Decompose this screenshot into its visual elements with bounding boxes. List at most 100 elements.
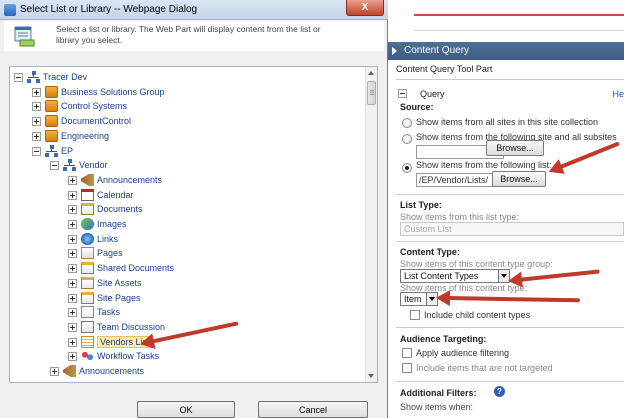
show-items-when-label: Show items when:	[400, 402, 474, 412]
additional-filters-label: Additional Filters:	[400, 388, 477, 398]
tree-node-label[interactable]: Announcements	[97, 175, 162, 185]
tree-node-label[interactable]: Tracer Dev	[43, 72, 87, 82]
expand-icon[interactable]	[32, 87, 41, 97]
collapse-arrow-icon[interactable]	[392, 47, 397, 55]
document-library-icon	[81, 291, 94, 304]
expand-icon[interactable]	[68, 264, 77, 274]
expand-icon[interactable]	[68, 220, 77, 229]
image-library-icon	[81, 218, 94, 230]
expand-icon[interactable]	[68, 205, 77, 215]
announcement-icon	[81, 173, 94, 186]
site-icon	[45, 144, 58, 157]
content-query-panel: Content Query Content Query Tool Part Qu…	[388, 0, 624, 418]
browse-list-button[interactable]: Browse...	[492, 171, 546, 187]
include-child-checkbox[interactable]	[410, 310, 420, 320]
tasks-icon	[81, 306, 94, 319]
expand-icon[interactable]	[68, 249, 77, 259]
ok-button[interactable]: OK	[137, 401, 235, 418]
tree-node-label[interactable]: Images	[97, 219, 127, 229]
cancel-button[interactable]: Cancel	[258, 401, 368, 418]
tree-node-label[interactable]: Site Pages	[97, 293, 141, 303]
toolpart-title: Content Query Tool Part	[396, 64, 493, 74]
expand-icon[interactable]	[68, 352, 77, 362]
tree-node-label[interactable]: Pages	[97, 248, 123, 258]
tree-node-label[interactable]: Documents	[97, 204, 143, 214]
tree-node-label[interactable]: Calendar	[97, 190, 134, 200]
announcement-icon	[63, 365, 76, 377]
collapse-icon[interactable]	[50, 161, 59, 171]
list-type-select: Custom List	[400, 222, 624, 236]
expand-icon[interactable]	[68, 308, 77, 318]
tree-node-label[interactable]: EP	[61, 146, 73, 156]
tree-node-label[interactable]: Shared Documents	[97, 263, 174, 273]
divider	[414, 14, 624, 16]
tree-node-label[interactable]: DocumentControl	[61, 116, 131, 126]
expand-icon[interactable]	[32, 117, 41, 127]
radio-list[interactable]	[402, 163, 412, 173]
include-not-targeted-checkbox[interactable]	[402, 363, 412, 373]
calendar-icon	[81, 188, 94, 201]
apply-audience-label: Apply audience filtering	[416, 348, 510, 358]
collapse-icon[interactable]	[14, 73, 23, 82]
include-not-targeted-label: Include items that are not targeted	[416, 363, 553, 373]
tree-node-label[interactable]: Workflow Tasks	[97, 351, 159, 361]
list-icon	[81, 335, 94, 348]
include-child-label: Include child content types	[424, 310, 531, 320]
content-type-select[interactable]: Item	[400, 292, 438, 306]
tree-scrollbar[interactable]	[365, 67, 377, 382]
expand-icon[interactable]	[32, 131, 41, 141]
list-type-label: List Type:	[400, 200, 442, 210]
tree-node-label[interactable]: Site Assets	[97, 278, 142, 288]
scroll-thumb[interactable]	[367, 81, 376, 105]
tree-node-label[interactable]: Announcements	[79, 366, 144, 376]
site-icon	[27, 71, 40, 83]
subsite-icon	[45, 85, 58, 98]
browse-site-button[interactable]: Browse...	[486, 140, 544, 156]
expand-icon[interactable]	[68, 175, 77, 185]
help-link[interactable]: He	[612, 89, 624, 99]
subsite-icon	[45, 129, 58, 142]
document-library-icon	[81, 276, 94, 289]
scroll-down-icon[interactable]	[366, 370, 377, 382]
tree-node-label[interactable]: Engineering	[61, 131, 109, 141]
webpart-header[interactable]: Content Query	[388, 42, 624, 60]
page-top-strip	[388, 0, 624, 36]
content-type-label: Content Type:	[400, 247, 460, 257]
collapse-icon[interactable]	[398, 89, 407, 98]
radio-list-label: Show items from the following list:	[416, 160, 552, 170]
site-tree[interactable]: Tracer Dev Business Solutions Group Contro…	[9, 66, 378, 383]
expand-icon[interactable]	[68, 293, 77, 303]
tree-node-label[interactable]: Links	[97, 234, 118, 244]
expand-icon[interactable]	[32, 102, 41, 112]
expand-icon[interactable]	[50, 367, 59, 376]
query-section-toggle[interactable]: Query He	[398, 88, 624, 100]
expand-icon[interactable]	[68, 278, 77, 288]
expand-icon[interactable]	[68, 234, 77, 244]
apply-audience-checkbox[interactable]	[402, 348, 412, 358]
content-type-value: Item	[404, 294, 422, 304]
tree-node-label[interactable]: Vendor	[79, 160, 108, 170]
subsite-icon	[45, 100, 58, 113]
expand-icon[interactable]	[68, 337, 77, 347]
collapse-icon[interactable]	[32, 146, 41, 156]
dialog-titlebar[interactable]: Select List or Library -- Webpage Dialog…	[0, 0, 388, 20]
tree-node-label[interactable]: Control Systems	[61, 101, 127, 111]
expand-icon[interactable]	[68, 190, 77, 200]
list-url-input[interactable]: /EP/Vendor/Lists/	[416, 173, 494, 187]
scroll-up-icon[interactable]	[366, 67, 377, 79]
content-type-group-value: List Content Types	[404, 271, 479, 281]
help-icon[interactable]: ?	[494, 386, 505, 397]
pages-icon	[81, 247, 94, 260]
tree-node-label[interactable]: Team Discussion	[97, 322, 165, 332]
divider	[396, 381, 624, 382]
close-button[interactable]: X	[346, 0, 384, 16]
list-library-icon	[14, 26, 35, 47]
expand-icon[interactable]	[68, 322, 77, 332]
radio-all-sites[interactable]	[402, 118, 412, 128]
content-type-group-select[interactable]: List Content Types	[400, 269, 510, 283]
tree-node-label[interactable]: Business Solutions Group	[61, 87, 165, 97]
query-label: Query	[420, 89, 445, 99]
radio-site-and-subsites[interactable]	[402, 134, 412, 144]
list-type-description: Show items from this list type:	[400, 212, 520, 222]
tree-node-label[interactable]: Tasks	[97, 307, 120, 317]
